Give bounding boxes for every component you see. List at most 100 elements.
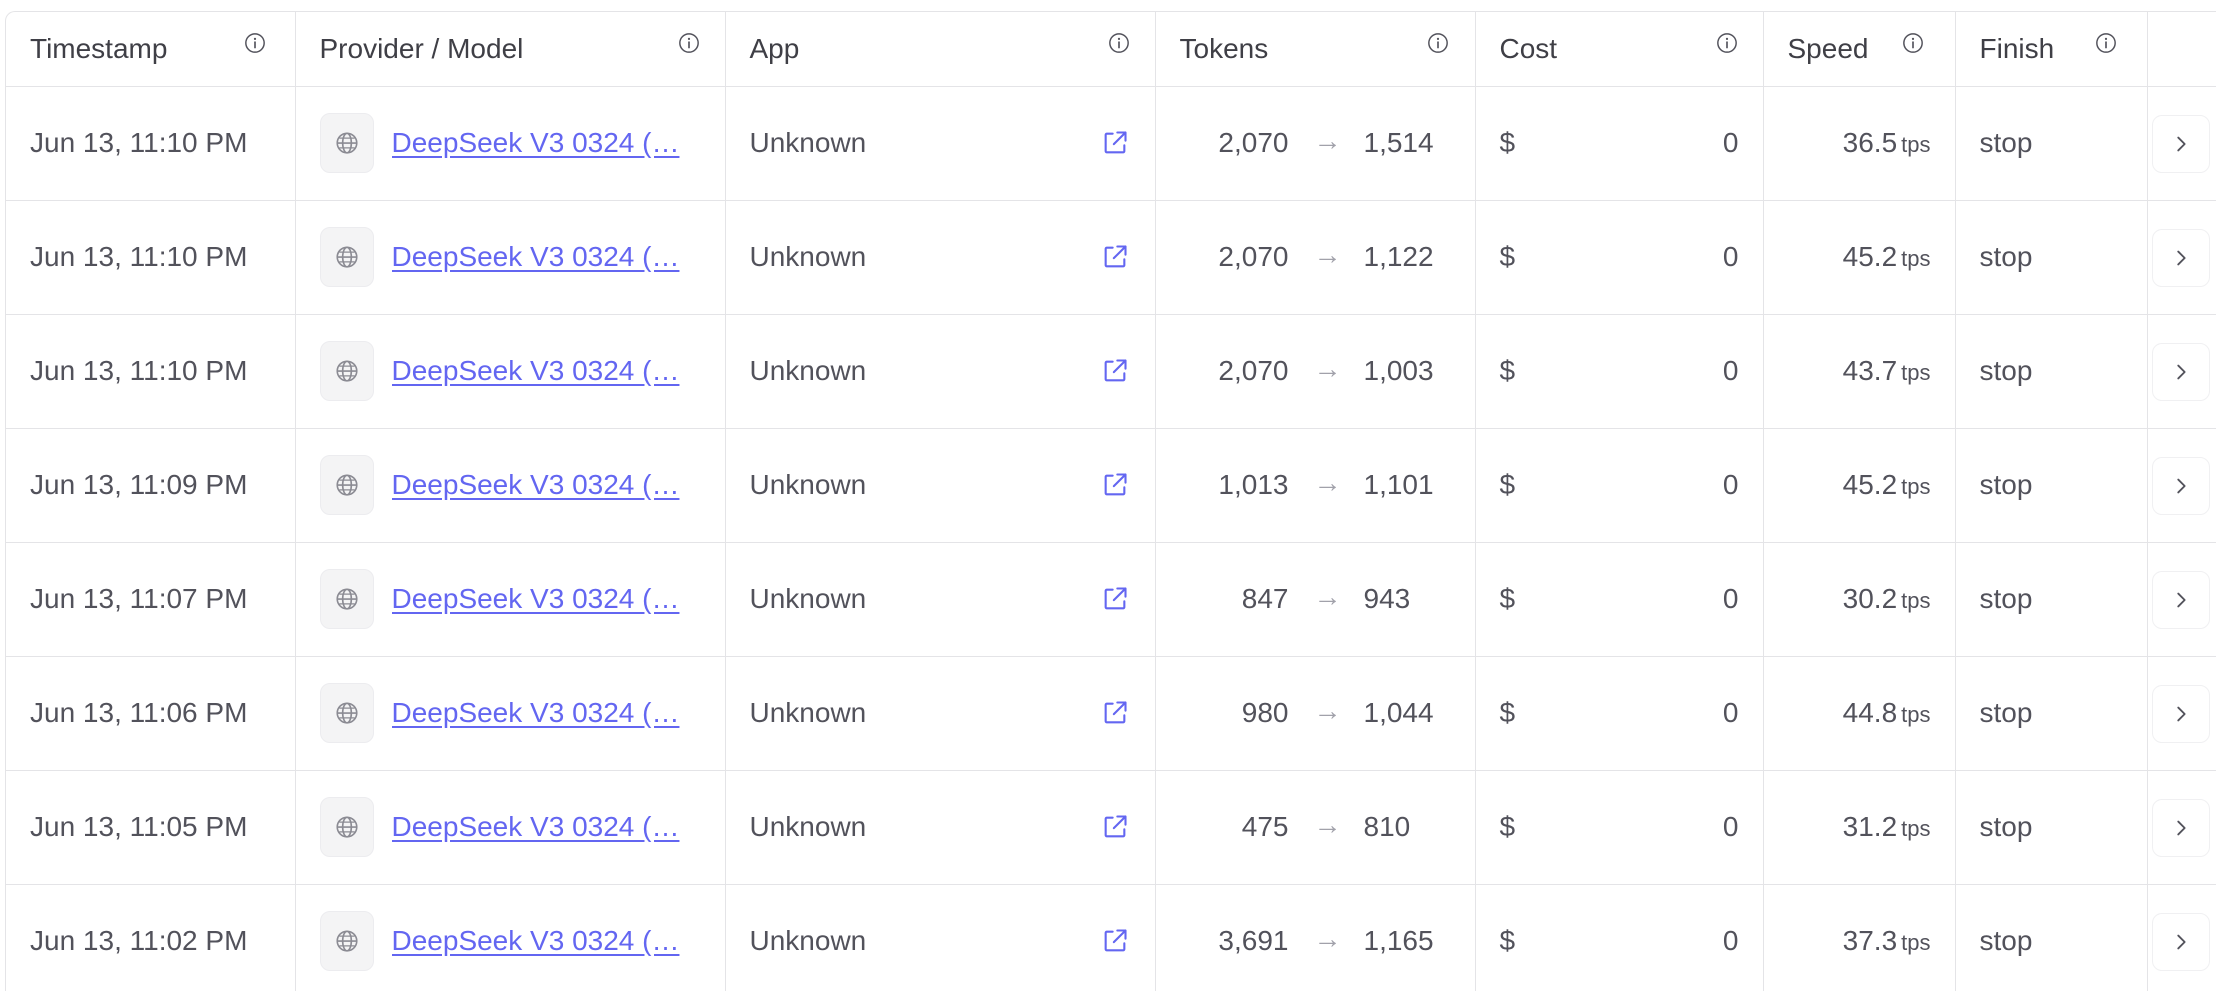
cost-cell: $ 0 [1475,428,1764,543]
timestamp-cell: Jun 13, 11:05 PM [6,770,296,885]
column-header-app: App [725,12,1156,87]
table-header-row: Timestamp Provider / Model App Tokens Co… [6,12,2216,87]
globe-icon [319,910,374,971]
speed-cell: 45.2 tps [1763,428,1956,543]
table-row[interactable]: Jun 13, 11:10 PM DeepSeek V3 0324 (… Unk… [6,86,2216,201]
actions-cell [2147,200,2216,315]
model-link[interactable]: DeepSeek V3 0324 (… [392,241,702,273]
info-icon[interactable] [678,32,700,54]
column-header-finish: Finish [1955,12,2148,87]
column-header-provider-model: Provider / Model [295,12,726,87]
table-row[interactable]: Jun 13, 11:02 PM DeepSeek V3 0324 (… Unk… [6,884,2216,991]
speed-value-wrap: 36.5 tps [1843,127,1931,159]
tokens-output: 943 [1363,582,1411,614]
table-row[interactable]: Jun 13, 11:07 PM DeepSeek V3 0324 (… Unk… [6,542,2216,657]
timestamp-cell: Jun 13, 11:06 PM [6,656,296,771]
external-link-icon[interactable] [1101,813,1129,841]
info-icon[interactable] [1108,32,1130,54]
tokens-output: 810 [1363,810,1411,842]
speed-cell: 30.2 tps [1763,542,1956,657]
app-name: Unknown [749,696,867,728]
activity-table: Timestamp Provider / Model App Tokens Co… [5,11,2216,991]
tokens-input: 847 [1241,582,1289,614]
model-link[interactable]: DeepSeek V3 0324 (… [392,697,702,729]
cost-cell: $ 0 [1475,200,1764,315]
finish-cell: stop [1955,200,2148,315]
info-icon[interactable] [2095,32,2117,54]
timestamp-cell: Jun 13, 11:07 PM [6,542,296,657]
model-link[interactable]: DeepSeek V3 0324 (… [392,811,702,843]
speed-cell: 43.7 tps [1763,314,1956,429]
table-row[interactable]: Jun 13, 11:06 PM DeepSeek V3 0324 (… Unk… [6,656,2216,771]
expand-row-button[interactable] [2151,228,2210,287]
globe-icon [319,682,374,743]
chevron-right-icon [2176,250,2186,265]
model-link[interactable]: DeepSeek V3 0324 (… [392,355,702,387]
speed-unit: tps [1901,815,1931,841]
app-cell: Unknown [725,200,1156,315]
model-link[interactable]: DeepSeek V3 0324 (… [392,925,702,957]
cost-cell: $ 0 [1475,314,1764,429]
actions-cell [2147,884,2216,991]
external-link-icon[interactable] [1101,129,1129,157]
actions-cell [2147,86,2216,201]
expand-row-button[interactable] [2151,114,2210,173]
expand-row-button[interactable] [2151,912,2210,971]
external-link-icon[interactable] [1101,471,1129,499]
speed-value-wrap: 37.3 tps [1843,925,1931,957]
speed-unit: tps [1901,131,1931,157]
provider-model-cell: DeepSeek V3 0324 (… [295,200,726,315]
arrow-right-icon: → [1313,580,1342,612]
info-icon[interactable] [1716,32,1738,54]
info-icon[interactable] [1427,32,1449,54]
model-link[interactable]: DeepSeek V3 0324 (… [392,127,702,159]
model-link[interactable]: DeepSeek V3 0324 (… [392,469,702,501]
timestamp-text: Jun 13, 11:07 PM [30,583,248,614]
expand-row-button[interactable] [2151,456,2210,515]
info-icon[interactable] [1902,32,1924,54]
speed-value: 37.3 [1842,924,1898,956]
provider-model-cell: DeepSeek V3 0324 (… [295,656,726,771]
table-row[interactable]: Jun 13, 11:10 PM DeepSeek V3 0324 (… Unk… [6,314,2216,429]
info-icon[interactable] [244,32,266,54]
table-row[interactable]: Jun 13, 11:09 PM DeepSeek V3 0324 (… Unk… [6,428,2216,543]
arrow-right-icon: → [1313,124,1342,156]
tokens-output: 1,003 [1363,354,1434,386]
expand-row-button[interactable] [2151,798,2210,857]
external-link-icon[interactable] [1101,585,1129,613]
speed-value: 43.7 [1842,354,1898,386]
app-cell: Unknown [725,770,1156,885]
external-link-icon[interactable] [1101,357,1129,385]
timestamp-text: Jun 13, 11:09 PM [30,469,248,500]
tokens-input: 980 [1241,696,1289,728]
external-link-icon[interactable] [1101,699,1129,727]
arrow-right-icon: → [1313,808,1342,840]
tokens-cell: 2,070 → 1,003 [1155,314,1476,429]
speed-cell: 31.2 tps [1763,770,1956,885]
table-row[interactable]: Jun 13, 11:10 PM DeepSeek V3 0324 (… Unk… [6,200,2216,315]
model-link[interactable]: DeepSeek V3 0324 (… [392,583,702,615]
app-name: Unknown [749,582,867,614]
timestamp-cell: Jun 13, 11:10 PM [6,200,296,315]
tokens-input: 475 [1241,810,1289,842]
speed-cell: 37.3 tps [1763,884,1956,991]
cost-value: 0 [1722,126,1739,158]
expand-row-button[interactable] [2151,342,2210,401]
globe-icon [319,454,374,515]
currency-symbol: $ [1499,696,1516,728]
expand-row-button[interactable] [2151,570,2210,629]
column-label-provider-model: Provider / Model [319,33,524,64]
external-link-icon[interactable] [1101,927,1129,955]
cost-value: 0 [1722,810,1739,842]
tokens-input: 1,013 [1218,468,1289,500]
expand-row-button[interactable] [2151,684,2210,743]
provider-model-cell: DeepSeek V3 0324 (… [295,770,726,885]
column-label-finish: Finish [1979,33,2055,64]
chevron-right-icon [2176,934,2186,949]
cost-cell: $ 0 [1475,86,1764,201]
chevron-right-icon [2176,592,2186,607]
speed-value-wrap: 31.2 tps [1843,811,1931,843]
table-row[interactable]: Jun 13, 11:05 PM DeepSeek V3 0324 (… Unk… [6,770,2216,885]
external-link-icon[interactable] [1101,243,1129,271]
app-name: Unknown [749,810,867,842]
